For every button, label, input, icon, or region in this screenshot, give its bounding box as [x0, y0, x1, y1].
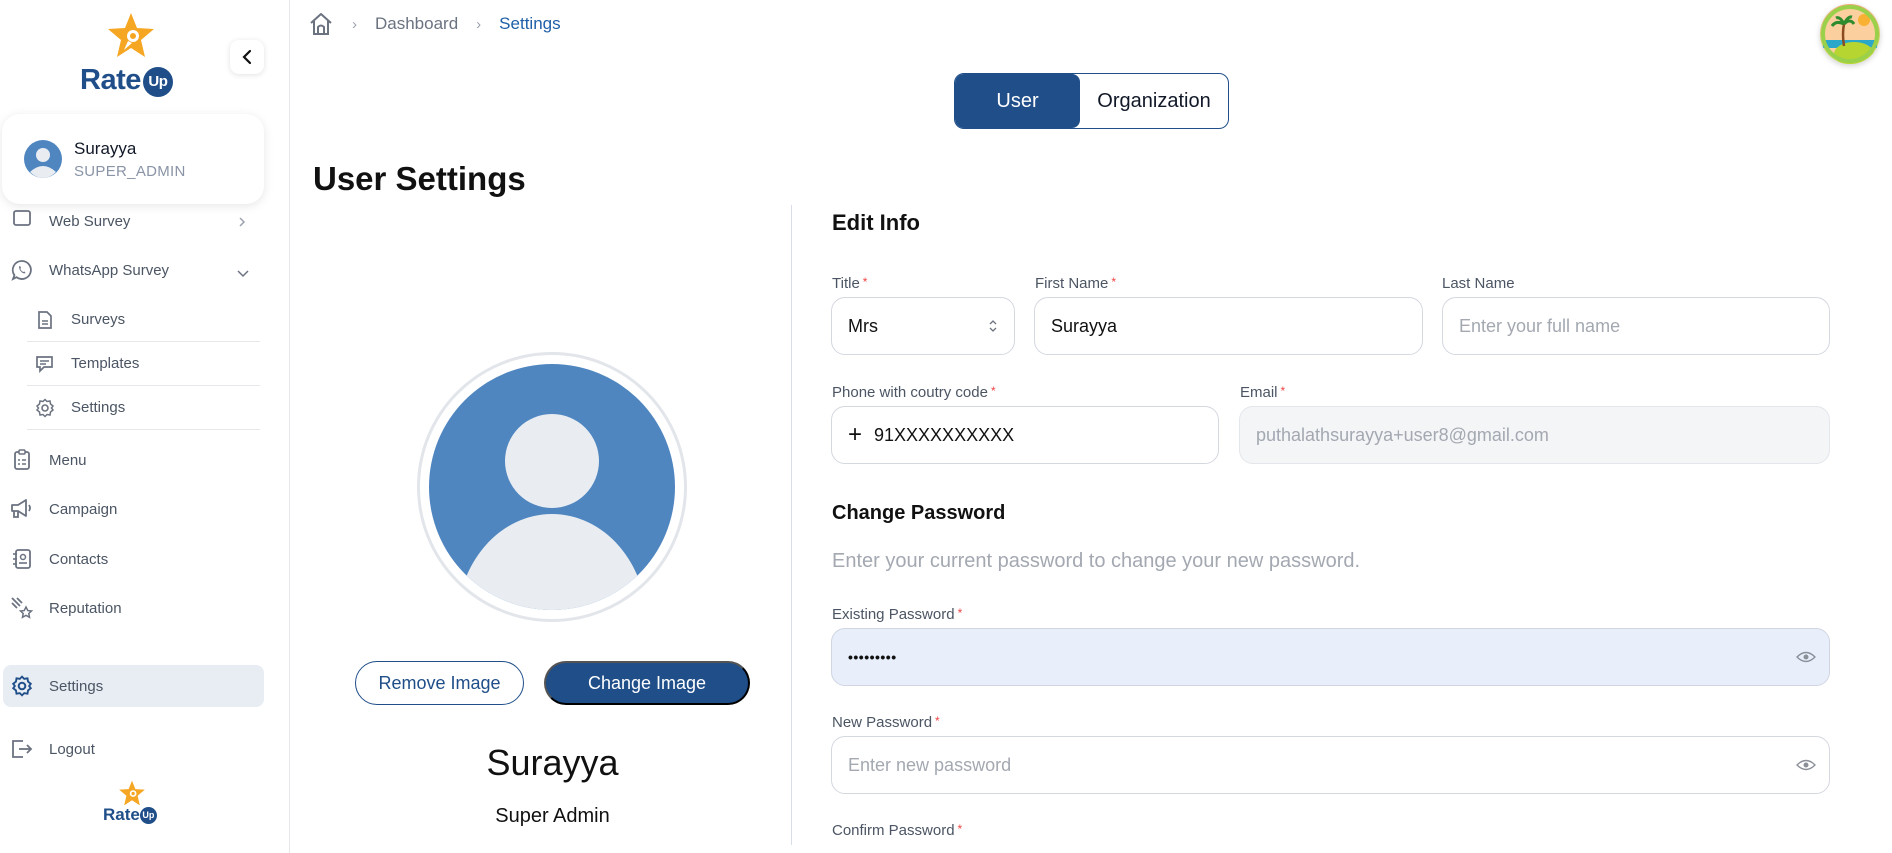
- page-title: User Settings: [313, 160, 526, 197]
- template-chat-icon: [35, 354, 55, 374]
- gear-icon: [10, 674, 34, 698]
- sidebar-item-logout[interactable]: Logout: [0, 728, 264, 770]
- email-label: Email *: [1240, 384, 1286, 401]
- email-input: puthalathsurayya+user8@gmail.com: [1239, 406, 1830, 464]
- chevron-down-icon: [236, 264, 250, 284]
- title-select[interactable]: Mrs: [831, 297, 1015, 355]
- first-name-input[interactable]: Surayya: [1034, 297, 1423, 355]
- new-password-input[interactable]: Enter new password: [831, 736, 1830, 794]
- beach-avatar-icon: [1821, 5, 1879, 64]
- chevron-right-icon: [236, 213, 248, 233]
- sidebar-subitem-settings[interactable]: Settings: [27, 386, 260, 430]
- profile-image: [417, 352, 687, 622]
- breadcrumb-settings: Settings: [499, 14, 561, 33]
- sidebar-subitem-templates[interactable]: Templates: [27, 342, 260, 386]
- gear-icon: [35, 397, 55, 418]
- tab-organization[interactable]: Organization: [1080, 74, 1228, 128]
- sidebar-item-web-survey[interactable]: Web Survey: [0, 200, 264, 242]
- contacts-book-icon: [10, 547, 34, 571]
- logout-icon: [10, 737, 34, 761]
- confirm-password-label: Confirm Password *: [832, 822, 963, 839]
- first-name-label: First Name *: [1035, 275, 1117, 292]
- home-icon[interactable]: [308, 11, 334, 37]
- document-icon: [35, 310, 55, 330]
- select-updown-icon: [989, 320, 997, 332]
- brand-logo[interactable]: Rate Up: [78, 12, 188, 97]
- title-label: Title *: [832, 275, 868, 292]
- remove-image-button[interactable]: Remove Image: [355, 661, 524, 705]
- sidebar-item-settings[interactable]: Settings: [3, 665, 264, 707]
- sidebar-subitem-surveys[interactable]: Surveys: [27, 298, 260, 342]
- profile-name: Surayya: [74, 139, 137, 158]
- account-avatar[interactable]: [1820, 4, 1880, 64]
- megaphone-icon: [10, 497, 34, 521]
- collapse-sidebar-button[interactable]: [230, 40, 264, 74]
- web-survey-icon: [10, 206, 34, 230]
- profile-display-role: Super Admin: [495, 805, 610, 827]
- whatsapp-icon: [10, 258, 34, 282]
- change-password-hint: Enter your current password to change yo…: [832, 550, 1361, 572]
- change-password-heading: Change Password: [832, 502, 1006, 524]
- avatar: [24, 140, 62, 178]
- tab-user[interactable]: User: [955, 74, 1080, 128]
- star-logo-icon: [108, 13, 154, 57]
- phone-label: Phone with coutry code *: [832, 384, 996, 401]
- footer-brand-logo: Rate Up: [100, 780, 164, 830]
- existing-password-label: Existing Password *: [832, 606, 963, 623]
- breadcrumb-separator: ›: [352, 15, 357, 33]
- breadcrumb: › Dashboard › Settings: [308, 8, 561, 40]
- change-image-button[interactable]: Change Image: [544, 661, 750, 705]
- user-profile-card[interactable]: Surayya SUPER_ADMIN: [2, 114, 264, 204]
- settings-tab-switcher: User Organization: [954, 73, 1229, 129]
- profile-role: SUPER_ADMIN: [74, 163, 186, 180]
- sidebar-item-contacts[interactable]: Contacts: [0, 538, 264, 580]
- edit-info-heading: Edit Info: [832, 210, 920, 235]
- eye-icon[interactable]: [1796, 649, 1816, 665]
- star-logo-icon: [119, 780, 145, 806]
- eye-icon[interactable]: [1796, 757, 1816, 773]
- chevron-left-icon: [242, 49, 252, 65]
- new-password-label: New Password *: [832, 714, 940, 731]
- brand-wordmark: Rate Up: [80, 64, 173, 97]
- breadcrumb-separator: ›: [476, 15, 482, 33]
- sidebar-item-whatsapp-survey[interactable]: WhatsApp Survey: [0, 249, 264, 291]
- plus-prefix-icon: +: [848, 421, 863, 448]
- user-placeholder-icon: [429, 364, 675, 610]
- last-name-input[interactable]: Enter your full name: [1442, 297, 1830, 355]
- column-divider: [791, 205, 792, 845]
- sidebar-item-menu[interactable]: Menu: [0, 439, 264, 481]
- last-name-label: Last Name: [1442, 275, 1515, 292]
- breadcrumb-dashboard[interactable]: Dashboard: [375, 14, 458, 34]
- sidebar-item-reputation[interactable]: Reputation: [0, 587, 264, 629]
- clipboard-icon: [10, 448, 34, 472]
- sidebar-item-campaign[interactable]: Campaign: [0, 488, 264, 530]
- existing-password-input[interactable]: •••••••••: [831, 628, 1830, 686]
- shooting-star-icon: [10, 596, 34, 620]
- phone-input[interactable]: + 91XXXXXXXXXX: [831, 406, 1219, 464]
- profile-display-name: Surayya: [486, 742, 619, 783]
- sidebar: Rate Up Surayya SUPER_ADMIN Web Survey Wh…: [0, 0, 290, 853]
